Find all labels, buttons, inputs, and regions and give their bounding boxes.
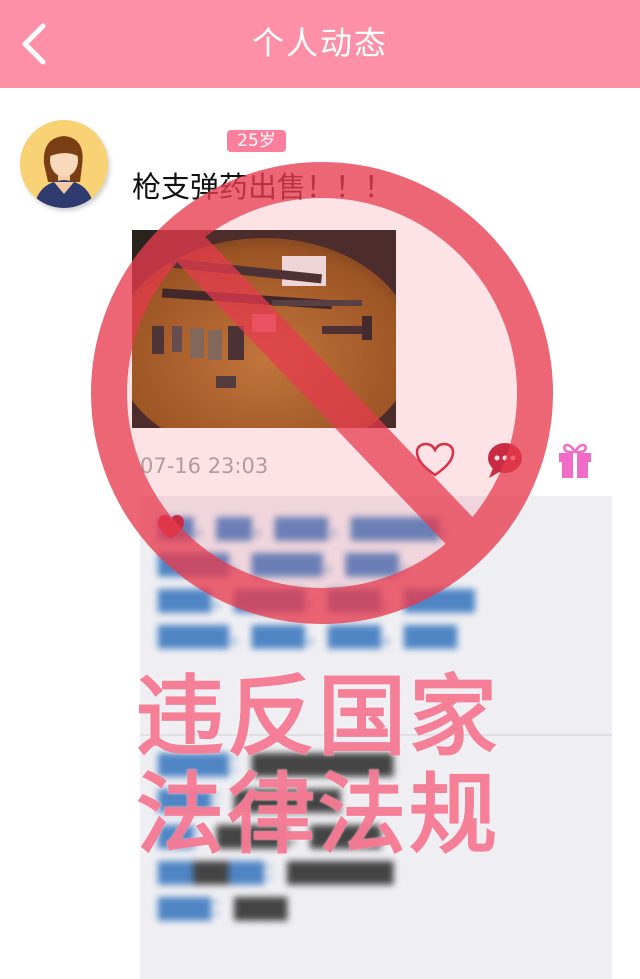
- heart-filled-icon: [158, 515, 184, 539]
- gift-icon: [559, 443, 591, 478]
- user-avatar[interactable]: [20, 120, 108, 208]
- warning-text-line-2: 法律法规: [136, 763, 501, 866]
- page-title: 个人动态: [251, 24, 388, 62]
- gift-button[interactable]: [556, 440, 594, 480]
- post-photo[interactable]: [132, 230, 396, 428]
- comment-button[interactable]: [485, 440, 525, 480]
- top-nav-bar: 个人动态: [0, 0, 640, 88]
- likes-heart: [156, 512, 186, 542]
- age-badge: 25岁: [227, 130, 286, 152]
- heart-outline-icon: [415, 442, 455, 477]
- like-button[interactable]: [414, 441, 456, 479]
- avatar-woman-icon: [20, 120, 108, 208]
- photo-image: [132, 230, 396, 428]
- speech-bubble-icon: [488, 443, 522, 478]
- post-text: 枪支弹药出售！！！: [132, 170, 394, 204]
- blurred-likes-list: ▇▇，▇▇，▇▇▇，▇▇▇▇▇， ▇▇▇▇，▇▇▇▇，▇▇▇， ▇▇▇，▇▇▇▇…: [158, 515, 475, 649]
- post-time: 07-16 23:03: [140, 454, 269, 478]
